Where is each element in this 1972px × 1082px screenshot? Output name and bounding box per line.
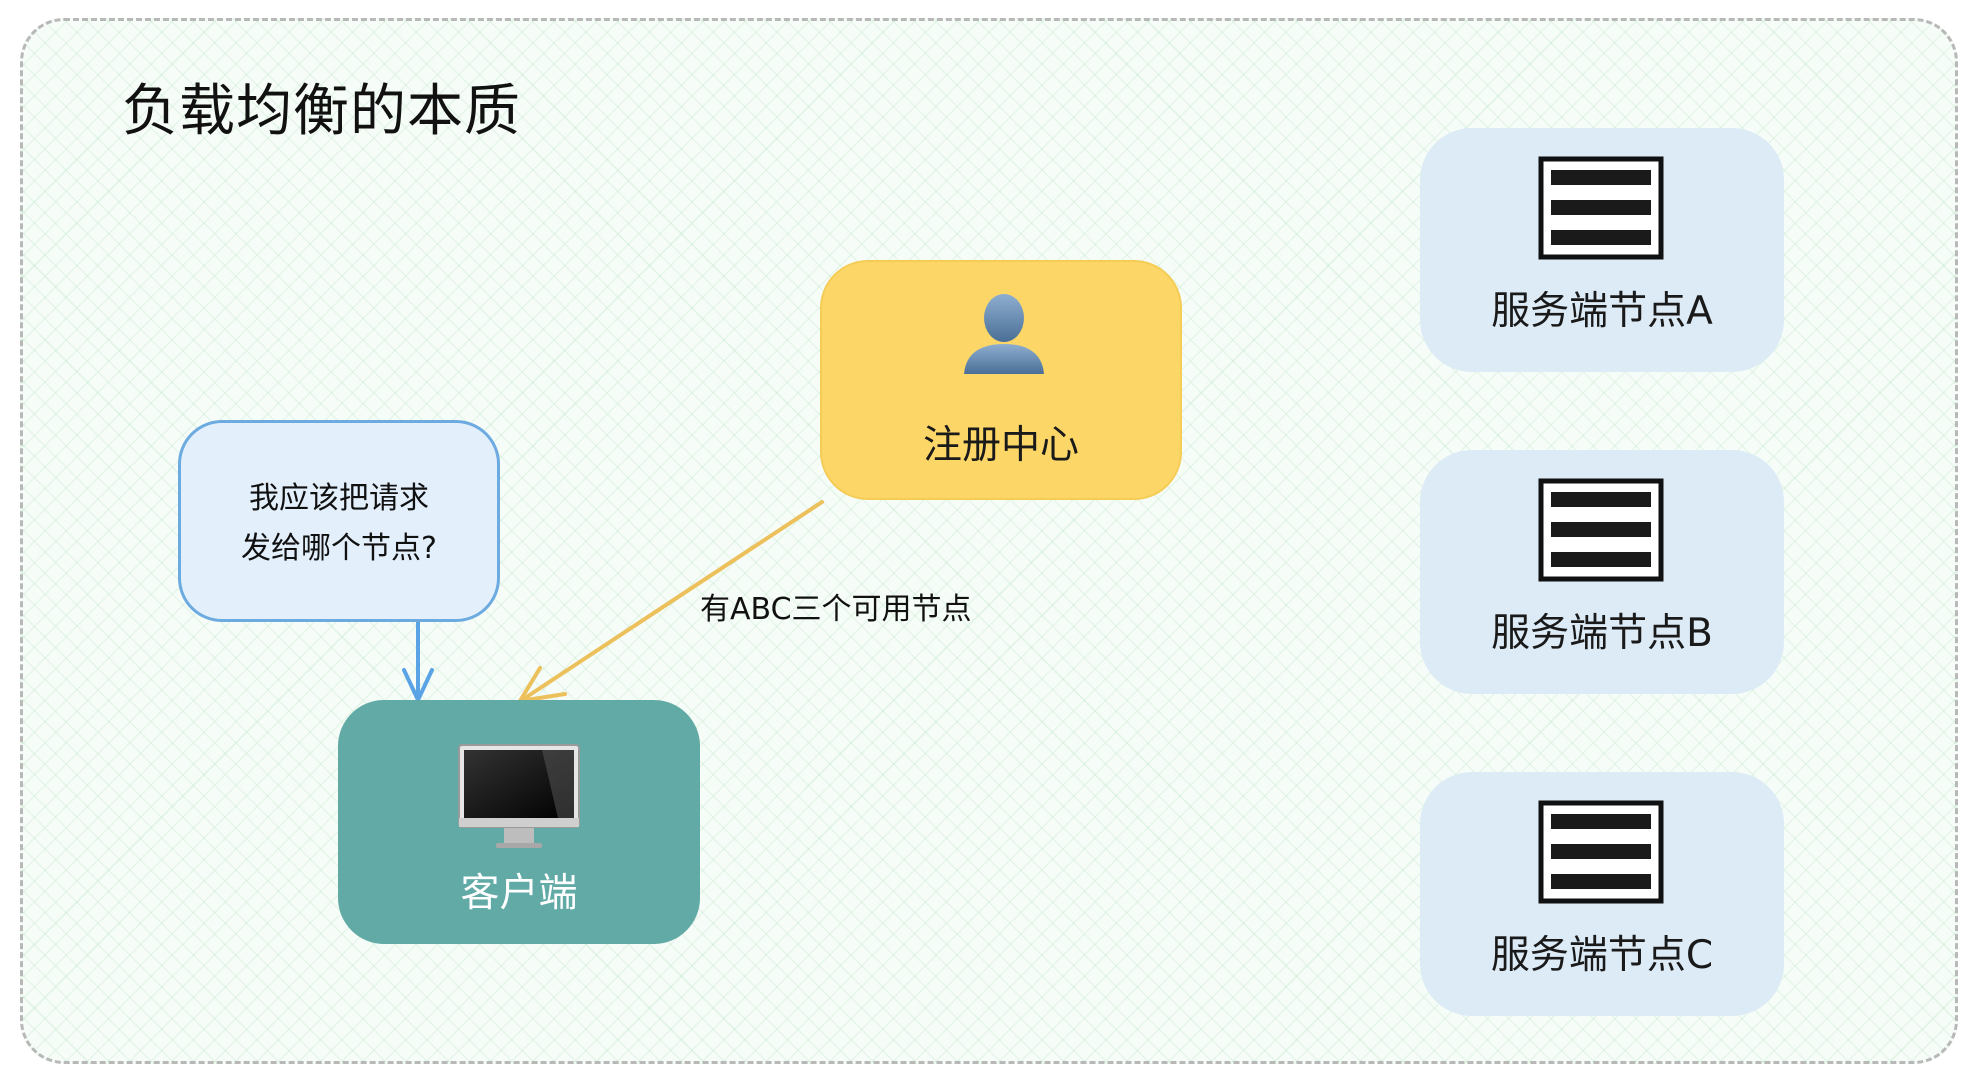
registry-label: 注册中心: [922, 423, 1079, 468]
client-thought-bubble: 我应该把请求 发给哪个节点?: [178, 420, 500, 622]
monitor-icon: [458, 744, 580, 854]
server-label-b: 服务端节点B: [1491, 611, 1713, 656]
server-icon: [1538, 800, 1664, 908]
user-icon: [962, 290, 1046, 380]
client-label: 客户端: [460, 871, 578, 916]
registry-node: 注册中心: [820, 260, 1182, 500]
server-node-c: 服务端节点C: [1420, 772, 1784, 1016]
server-label-a: 服务端节点A: [1491, 289, 1713, 334]
bubble-text-line-1: 我应该把请求: [249, 481, 429, 516]
server-icon: [1538, 156, 1664, 264]
edge-label-available-nodes: 有ABC三个可用节点: [700, 592, 972, 627]
server-node-a: 服务端节点A: [1420, 128, 1784, 372]
server-label-c: 服务端节点C: [1490, 933, 1714, 978]
server-icon: [1538, 478, 1664, 586]
bubble-text-line-2: 发给哪个节点?: [241, 531, 437, 566]
server-node-b: 服务端节点B: [1420, 450, 1784, 694]
client-node: 客户端: [338, 700, 700, 944]
